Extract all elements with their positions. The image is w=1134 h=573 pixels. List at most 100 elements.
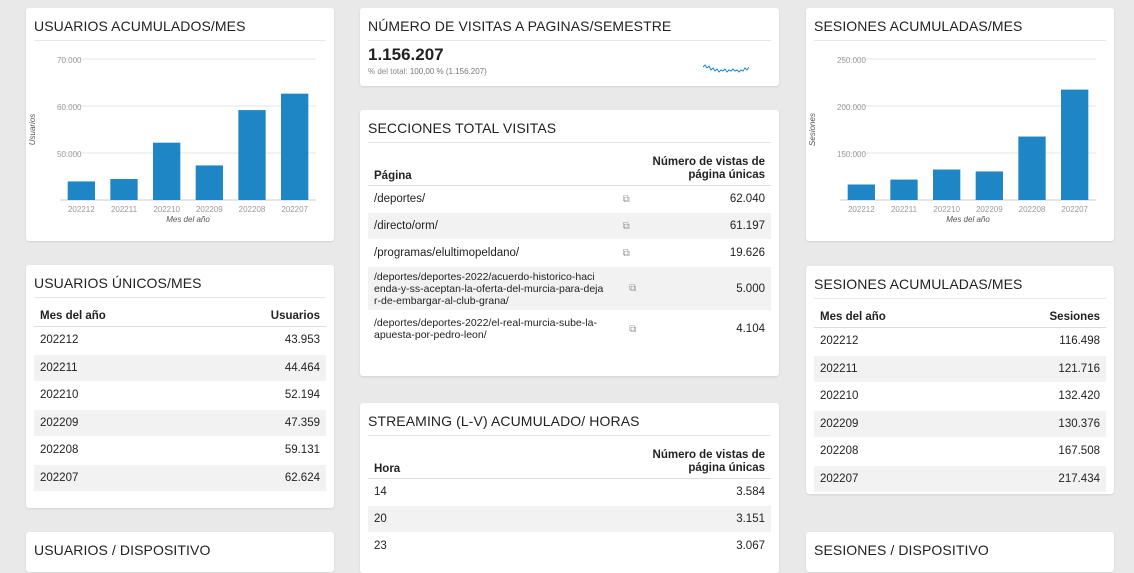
page-path: /deportes/ — [374, 193, 426, 205]
row-label: 202210 — [820, 390, 859, 403]
row-page[interactable]: /deportes/deportes-2022/acuerdo-historic… — [368, 271, 603, 307]
row-label: 202207 — [820, 472, 859, 485]
table-header: Mes del año Sesiones — [814, 306, 1106, 328]
row-label: 202211 — [40, 361, 78, 374]
row-value: 167.508 — [1058, 445, 1100, 458]
row-value: 217.434 — [1058, 472, 1100, 485]
row-page[interactable]: /programas/elultimopeldano/ — [368, 247, 519, 259]
open-link-icon[interactable]: ⧉ — [623, 194, 630, 205]
usuarios-dispositivo-card: USUARIOS / DISPOSITIVO — [26, 532, 334, 572]
card-title: SECCIONES TOTAL VISITAS — [368, 120, 771, 143]
bar[interactable] — [238, 110, 266, 200]
column-header-hora[interactable]: Hora — [368, 463, 400, 475]
row-page[interactable]: /deportes/ — [368, 193, 425, 205]
table-row: /programas/elultimopeldano/ ⧉ 19.626 — [368, 240, 771, 267]
row-label: 202212 — [820, 335, 859, 348]
table-header: Mes del año Usuarios — [34, 305, 326, 327]
x-tick-label: 202210 — [933, 205, 960, 214]
row-value: 130.376 — [1058, 417, 1100, 430]
column-header-usuarios[interactable]: Usuarios — [271, 310, 326, 322]
bar[interactable] — [1018, 136, 1046, 200]
column-header-mes[interactable]: Mes del año — [34, 310, 106, 322]
column-header-vistas[interactable]: Número de vistas de página únicas — [653, 449, 771, 475]
page-path: /directo/orm/ — [374, 220, 438, 232]
x-tick-label: 202209 — [976, 205, 1003, 214]
row-value-group: ⧉ 62.040 — [623, 193, 771, 205]
row-label: 202209 — [820, 417, 859, 430]
row-value: 62.040 — [729, 193, 765, 205]
sesiones-table-card: SESIONES ACUMULADAS/MES Mes del año Sesi… — [806, 266, 1114, 494]
subtitle-prefix: % del total: — [368, 67, 410, 76]
bar[interactable] — [153, 142, 181, 200]
row-value: 44.464 — [284, 361, 320, 374]
usuarios-unicos-card: USUARIOS ÚNICOS/MES Mes del año Usuarios… — [26, 265, 334, 508]
open-link-icon[interactable]: ⧉ — [629, 324, 636, 335]
bar[interactable] — [890, 179, 918, 200]
open-link-icon[interactable]: ⧉ — [629, 283, 636, 294]
secciones-table: Página Número de vistas de página únicas … — [368, 152, 771, 348]
page-path: /deportes/deportes-2022/el-real-murcia-s… — [374, 317, 597, 329]
sesiones-table: Mes del año Sesiones 202212 116.498 202211… — [814, 306, 1106, 493]
table-row: 202207 62.624 — [34, 464, 326, 492]
visitas-sparkline — [703, 64, 749, 73]
x-tick-label: 202212 — [68, 205, 95, 214]
bar[interactable] — [933, 169, 961, 200]
bar[interactable] — [975, 171, 1003, 200]
row-value: 4.104 — [736, 323, 765, 335]
card-title: SESIONES ACUMULADAS/MES — [814, 276, 1106, 299]
x-tick-label: 202208 — [239, 205, 266, 214]
visitas-card: NÚMERO DE VISITAS A PAGINAS/SEMESTRE 1.1… — [360, 8, 779, 86]
row-value: 52.194 — [284, 389, 320, 402]
row-value-group: ⧉ 61.197 — [623, 220, 771, 232]
open-link-icon[interactable]: ⧉ — [623, 248, 630, 259]
sesiones-chart-card: SESIONES ACUMULADAS/MES 250.000 200.000 15… — [806, 8, 1114, 241]
table-row: 202209 47.359 — [34, 409, 326, 437]
bar[interactable] — [67, 181, 95, 200]
x-tick-label: 202207 — [281, 205, 308, 214]
table-row: 23 3.067 — [368, 533, 771, 560]
column-header-vistas[interactable]: Número de vistas de página únicas — [653, 156, 771, 182]
row-label: 20 — [374, 513, 387, 525]
page-path: r-de-embargar-al-club-grana/ — [374, 294, 509, 307]
table-row: /directo/orm/ ⧉ 61.197 — [368, 213, 771, 240]
page-path: apuesta-por-pedro-leon/ — [374, 329, 487, 341]
row-page[interactable]: /deportes/deportes-2022/el-real-murcia-s… — [368, 317, 597, 341]
bar[interactable] — [110, 179, 138, 200]
x-tick-label: 202208 — [1019, 205, 1046, 214]
card-title: USUARIOS ACUMULADOS/MES — [34, 18, 326, 41]
x-tick-label: 202210 — [153, 205, 180, 214]
column-header-mes[interactable]: Mes del año — [814, 311, 886, 323]
column-header-sesiones[interactable]: Sesiones — [1050, 311, 1107, 323]
table-row: /deportes/deportes-2022/acuerdo-historic… — [368, 267, 771, 311]
row-value-group: ⧉ 4.104 — [629, 323, 771, 335]
x-tick-label: 202211 — [891, 205, 918, 214]
streaming-table: Hora Número de vistas de página únicas 14… — [368, 445, 771, 560]
row-value: 121.716 — [1058, 362, 1100, 375]
x-tick-label: 202211 — [111, 205, 138, 214]
row-value: 3.584 — [736, 486, 765, 498]
bar[interactable] — [195, 165, 223, 200]
table-row: 202207 217.434 — [814, 465, 1106, 493]
row-value: 132.420 — [1058, 390, 1100, 403]
y-tick-label: 250.000 — [837, 56, 866, 65]
table-header: Hora Número de vistas de página únicas — [368, 445, 771, 479]
card-title: SESIONES ACUMULADAS/MES — [814, 18, 1106, 41]
table-row: 202211 121.716 — [814, 355, 1106, 383]
row-page[interactable]: /directo/orm/ — [368, 220, 438, 232]
bar[interactable] — [847, 184, 875, 200]
x-tick-label: 202209 — [196, 205, 223, 214]
bar[interactable] — [281, 93, 309, 200]
card-title: USUARIOS ÚNICOS/MES — [34, 275, 326, 298]
row-value: 5.000 — [736, 282, 765, 295]
bar[interactable] — [1061, 89, 1089, 200]
row-value: 59.131 — [284, 444, 320, 457]
row-value: 3.067 — [736, 540, 765, 552]
open-link-icon[interactable]: ⧉ — [623, 221, 630, 232]
column-header-pagina[interactable]: Página — [368, 170, 412, 182]
page-path: enda-y-ss-aceptan-la-oferta-del-murcia-p… — [374, 282, 604, 295]
table-header: Página Número de vistas de página únicas — [368, 152, 771, 186]
table-row: 20 3.151 — [368, 506, 771, 533]
row-value: 62.624 — [284, 471, 320, 484]
y-tick-label: 150.000 — [837, 150, 866, 159]
row-label: 202210 — [40, 389, 79, 402]
